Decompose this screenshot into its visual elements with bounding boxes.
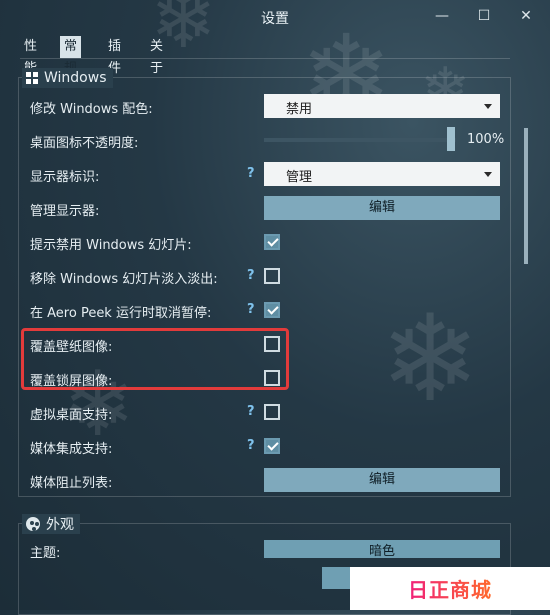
virtual-desktop-support-checkbox[interactable] bbox=[264, 404, 280, 420]
opacity-slider-track[interactable] bbox=[264, 138, 456, 142]
appearance-group-header: 外观 bbox=[22, 514, 80, 534]
row-label: 在 Aero Peek 运行时取消暂停: bbox=[30, 306, 212, 321]
row-label: 媒体集成支持: bbox=[30, 442, 113, 457]
help-icon[interactable]: ? bbox=[247, 166, 255, 181]
monitor-identifier-dropdown[interactable]: 管理 bbox=[264, 162, 500, 186]
row-aero-peek-unpause: 在 Aero Peek 运行时取消暂停: ? bbox=[30, 296, 500, 324]
window-title: 设置 bbox=[261, 11, 289, 27]
opacity-slider-thumb[interactable] bbox=[447, 127, 455, 151]
minimize-button[interactable]: — bbox=[428, 5, 456, 27]
row-modify-windows-color: 修改 Windows 配色: 禁用 bbox=[30, 92, 500, 120]
row-desktop-icon-opacity: 桌面图标不透明度: 100% bbox=[30, 126, 504, 154]
title-bar: 设置 — ☐ ✕ bbox=[0, 0, 550, 34]
remove-slideshow-fade-checkbox[interactable] bbox=[264, 268, 280, 284]
windows-color-dropdown[interactable]: 禁用 bbox=[264, 94, 500, 118]
row-prompt-disable-slideshow: 提示禁用 Windows 幻灯片: bbox=[30, 228, 500, 256]
appearance-group-title: 外观 bbox=[46, 517, 74, 533]
row-remove-slideshow-fade: 移除 Windows 幻灯片淡入淡出: ? bbox=[30, 262, 500, 290]
manage-monitors-edit-button[interactable]: 编辑 bbox=[264, 196, 500, 220]
row-media-blocklist: 媒体阻止列表: 编辑 bbox=[30, 466, 500, 494]
aero-peek-unpause-checkbox[interactable] bbox=[264, 302, 280, 318]
help-icon[interactable]: ? bbox=[247, 302, 255, 317]
watermark-logo: 日正商城 bbox=[350, 567, 550, 610]
row-label: 移除 Windows 幻灯片淡入淡出: bbox=[30, 272, 218, 287]
row-media-integration: 媒体集成支持: ? bbox=[30, 432, 500, 460]
maximize-button[interactable]: ☐ bbox=[470, 5, 498, 27]
chevron-down-icon bbox=[484, 172, 492, 177]
row-label: 管理显示器: bbox=[30, 204, 100, 219]
row-label: 主题: bbox=[30, 546, 61, 558]
row-manage-monitors: 管理显示器: 编辑 bbox=[30, 194, 500, 222]
row-label: 媒体阻止列表: bbox=[30, 476, 113, 491]
tab-performance[interactable]: 性能 bbox=[20, 36, 41, 76]
palette-icon bbox=[26, 517, 40, 531]
watermark-text: 日正商城 bbox=[408, 574, 492, 603]
row-theme: 主题: 暗色 bbox=[30, 538, 500, 558]
windows-group-title: Windows bbox=[44, 70, 107, 86]
close-button[interactable]: ✕ bbox=[512, 5, 540, 27]
dropdown-value: 禁用 bbox=[286, 102, 313, 117]
chevron-down-icon bbox=[484, 104, 492, 109]
theme-dropdown[interactable]: 暗色 bbox=[264, 540, 500, 558]
tab-plugins[interactable]: 插件 bbox=[104, 36, 125, 76]
row-label: 桌面图标不透明度: bbox=[30, 136, 139, 151]
windows-group-header: Windows bbox=[22, 68, 113, 88]
row-monitor-identifier: 显示器标识: ? 管理 bbox=[30, 160, 500, 188]
scrollbar-thumb[interactable] bbox=[524, 128, 528, 264]
opacity-value: 100% bbox=[467, 132, 505, 147]
highlight-annotation bbox=[21, 328, 289, 390]
row-label: 虚拟桌面支持: bbox=[30, 408, 113, 423]
tab-divider bbox=[20, 58, 510, 59]
help-icon[interactable]: ? bbox=[247, 268, 255, 283]
row-label: 显示器标识: bbox=[30, 170, 100, 185]
media-integration-checkbox[interactable] bbox=[264, 438, 280, 454]
media-blocklist-edit-button[interactable]: 编辑 bbox=[264, 468, 500, 492]
help-icon[interactable]: ? bbox=[247, 404, 255, 419]
row-label: 提示禁用 Windows 幻灯片: bbox=[30, 238, 192, 253]
prompt-disable-slideshow-checkbox[interactable] bbox=[264, 234, 280, 250]
tab-about[interactable]: 关于 bbox=[146, 36, 167, 76]
row-label: 修改 Windows 配色: bbox=[30, 102, 153, 117]
help-icon[interactable]: ? bbox=[247, 438, 255, 453]
row-virtual-desktop-support: 虚拟桌面支持: ? bbox=[30, 398, 500, 426]
bottom-action-button[interactable] bbox=[322, 567, 350, 589]
tab-general[interactable]: 常规 bbox=[60, 36, 82, 76]
dropdown-value: 管理 bbox=[286, 170, 313, 185]
windows-logo-icon bbox=[26, 72, 38, 84]
